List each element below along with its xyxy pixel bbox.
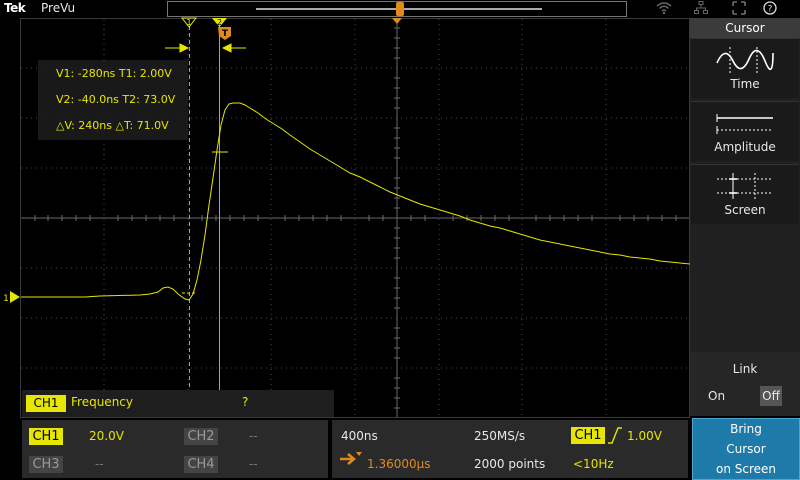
measurement-channel: CH1	[26, 395, 66, 412]
screenshot-icon[interactable]	[732, 1, 746, 18]
link-off-option[interactable]: Off	[760, 386, 782, 406]
cursor-2-marker: 2	[212, 18, 227, 27]
readout-line-3: △V: 240ns △T: 71.0V	[56, 119, 169, 132]
cursor-2-arrow	[221, 43, 246, 53]
position-arrow-icon	[340, 452, 362, 465]
cursor-type-time-button[interactable]: Time	[691, 38, 799, 98]
svg-text:?: ?	[768, 5, 773, 15]
link-label: Link	[732, 362, 758, 376]
rising-edge-icon	[608, 427, 622, 444]
ch1-ground-marker: 1	[3, 291, 20, 304]
cursor-2-marker-label: 2	[217, 18, 222, 27]
cursor-1-marker-label: 1	[186, 18, 191, 27]
trigger-marker-label: T	[222, 29, 229, 39]
ch1-scale[interactable]: 20.0V	[89, 429, 124, 443]
time-per-div[interactable]: 400ns	[341, 429, 378, 443]
bring-line-2: Cursor	[726, 442, 766, 456]
expansion-point-marker	[392, 18, 402, 24]
cursor-side-panel: Cursor Time Amplitude Screen Link On Off	[690, 18, 800, 416]
cursor-1-marker: 1	[180, 17, 198, 28]
screen-cursor-icon	[717, 173, 773, 199]
bring-line-3: on Screen	[715, 462, 777, 476]
ch1-ground-label: 1	[3, 294, 9, 304]
ch1-badge[interactable]: CH1	[29, 428, 63, 445]
cursor-type-amplitude-button[interactable]: Amplitude	[691, 101, 799, 161]
help-icon[interactable]: ?	[763, 1, 777, 18]
readout-line-2: V2: -40.0ns T2: 73.0V	[56, 93, 176, 106]
network-icon[interactable]	[694, 1, 708, 18]
ch2-scale: --	[249, 429, 258, 443]
bring-cursor-on-screen-button[interactable]: Bring Cursor on Screen	[692, 418, 800, 480]
channel-settings	[22, 420, 328, 478]
amplitude-label: Amplitude	[714, 140, 776, 154]
amplitude-cursor-icon	[716, 114, 773, 134]
link-on-option[interactable]: On	[708, 389, 725, 403]
ch2-badge[interactable]: CH2	[184, 428, 218, 445]
horizontal-position[interactable]: 1.36000µs	[367, 457, 431, 471]
cursor-readout[interactable]: V1: -280ns T1: 2.00V V2: -40.0ns T2: 73.…	[38, 60, 188, 140]
screen-label: Screen	[724, 203, 766, 217]
time-cursor-icon	[716, 47, 774, 75]
cursor-1-arrow	[165, 43, 190, 53]
readout-line-1: V1: -280ns T1: 2.00V	[56, 67, 172, 80]
measurement-value: ?	[242, 395, 249, 409]
ch3-scale: --	[95, 457, 104, 471]
sample-rate: 250MS/s	[474, 429, 526, 443]
ch4-scale: --	[249, 457, 258, 471]
trigger-level[interactable]: 1.00V	[627, 429, 662, 443]
cursor-type-screen-button[interactable]: Screen	[691, 164, 799, 224]
measurement-name: Frequency	[71, 395, 133, 409]
record-length: 2000 points	[474, 457, 546, 471]
bring-line-1: Bring	[730, 422, 762, 436]
ch4-badge[interactable]: CH4	[184, 456, 218, 473]
ch3-badge[interactable]: CH3	[29, 456, 63, 473]
trigger-frequency: <10Hz	[573, 457, 614, 471]
time-label: Time	[730, 77, 760, 91]
measurement-badge[interactable]: CH1 Frequency ?	[22, 390, 334, 417]
panel-title: Cursor	[690, 18, 800, 38]
trigger-source-badge[interactable]: CH1	[571, 427, 605, 444]
